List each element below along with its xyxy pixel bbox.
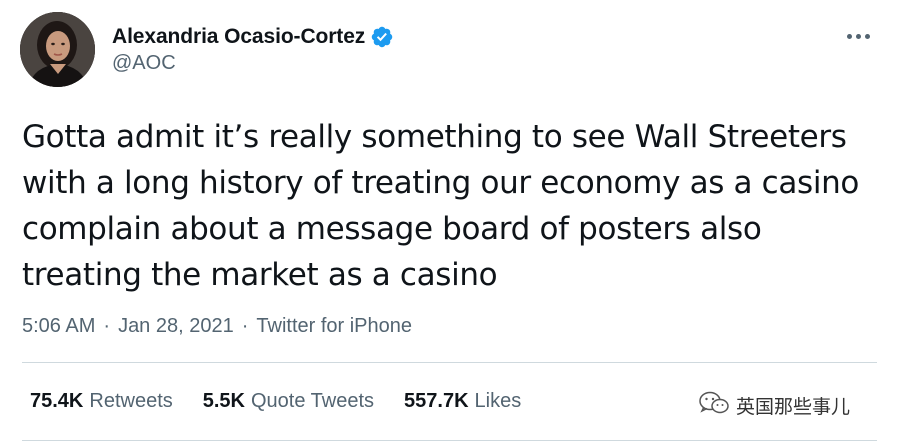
- more-dot-icon: [864, 33, 870, 39]
- more-dot-icon: [855, 33, 861, 39]
- retweets-stat[interactable]: 75.4K Retweets: [30, 390, 173, 413]
- avatar[interactable]: [20, 12, 95, 87]
- watermark: 英国那些事儿: [698, 390, 850, 421]
- more-options-button[interactable]: [843, 26, 873, 46]
- retweets-count: 75.4K: [30, 390, 84, 412]
- quote-tweets-label: Quote Tweets: [251, 390, 375, 412]
- likes-count: 557.7K: [404, 390, 469, 412]
- tweet-time[interactable]: 5:06 AM: [22, 315, 95, 338]
- likes-label: Likes: [474, 390, 522, 412]
- wechat-icon: [698, 390, 730, 421]
- more-dot-icon: [846, 33, 852, 39]
- retweets-label: Retweets: [89, 390, 173, 412]
- meta-separator: ·: [103, 315, 111, 337]
- divider: [22, 440, 877, 441]
- tweet-text-line: Gotta admit it’s really something to see…: [22, 119, 847, 155]
- engagement-stats: 75.4K Retweets 5.5K Quote Tweets 557.7K …: [30, 390, 551, 413]
- tweet-text-line: complain about a message board of poster…: [22, 211, 762, 247]
- verified-badge-icon: [370, 25, 394, 49]
- tweet-text: Gotta admit it’s really something to see…: [22, 114, 882, 298]
- tweet-source[interactable]: Twitter for iPhone: [256, 315, 412, 338]
- tweet-text-line: with a long history of treating our econ…: [22, 165, 860, 201]
- tweet-meta: 5:06 AM · Jan 28, 2021 · Twitter for iPh…: [22, 315, 412, 338]
- author-name-row: Alexandria Ocasio-Cortez: [112, 22, 394, 52]
- quote-tweets-count: 5.5K: [202, 390, 245, 412]
- tweet-date[interactable]: Jan 28, 2021: [118, 315, 234, 338]
- author-display-name[interactable]: Alexandria Ocasio-Cortez: [112, 25, 365, 49]
- tweet-text-line: treating the market as a casino: [22, 257, 498, 293]
- quote-tweets-stat[interactable]: 5.5K Quote Tweets: [203, 390, 374, 413]
- meta-separator: ·: [241, 315, 249, 337]
- author-handle[interactable]: @AOC: [112, 52, 176, 75]
- likes-stat[interactable]: 557.7K Likes: [404, 390, 521, 413]
- watermark-text: 英国那些事儿: [736, 396, 851, 418]
- tweet-card: Alexandria Ocasio-Cortez @AOC Gotta admi…: [0, 0, 899, 443]
- divider: [22, 362, 877, 363]
- avatar-image: [20, 12, 95, 87]
